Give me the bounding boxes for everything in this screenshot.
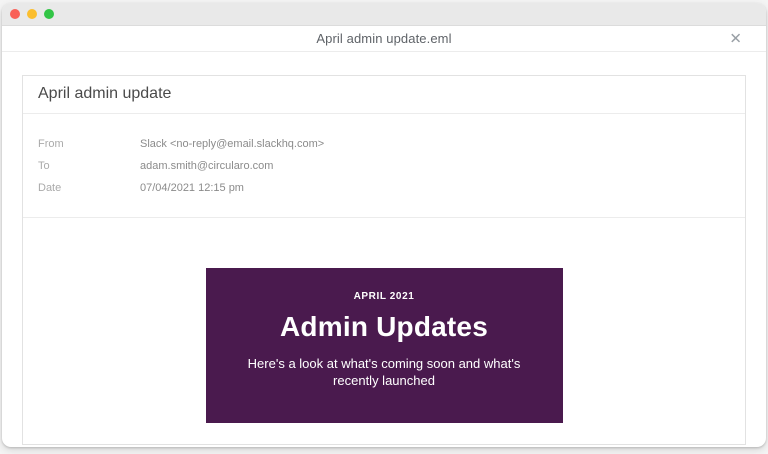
window-minimize-button[interactable] xyxy=(27,9,37,19)
email-preview-window: April admin update.eml ✕ April admin upd… xyxy=(2,3,766,447)
header-value-to: adam.smith@circularo.com xyxy=(140,160,273,172)
email-headers: From Slack <no-reply@email.slackhq.com> … xyxy=(23,114,745,218)
email-viewer: April admin update From Slack <no-reply@… xyxy=(22,75,746,445)
dialog-header: April admin update.eml ✕ xyxy=(2,26,766,52)
email-subject: April admin update xyxy=(38,85,171,103)
header-label-to: To xyxy=(38,160,140,172)
window-close-button[interactable] xyxy=(10,9,20,19)
traffic-lights xyxy=(10,9,54,19)
header-label-date: Date xyxy=(38,182,140,194)
banner-title: Admin Updates xyxy=(280,311,488,343)
header-value-from: Slack <no-reply@email.slackhq.com> xyxy=(140,138,324,150)
header-row-date: Date 07/04/2021 12:15 pm xyxy=(38,177,730,199)
header-value-date: 07/04/2021 12:15 pm xyxy=(140,182,244,194)
close-dialog-button[interactable]: ✕ xyxy=(725,29,746,48)
header-row-to: To adam.smith@circularo.com xyxy=(38,155,730,177)
email-body: APRIL 2021 Admin Updates Here's a look a… xyxy=(23,218,745,444)
header-row-from: From Slack <no-reply@email.slackhq.com> xyxy=(38,133,730,155)
newsletter-banner: APRIL 2021 Admin Updates Here's a look a… xyxy=(206,268,563,423)
window-zoom-button[interactable] xyxy=(44,9,54,19)
close-icon: ✕ xyxy=(729,30,742,47)
banner-eyebrow: APRIL 2021 xyxy=(354,291,415,302)
dialog-content: April admin update From Slack <no-reply@… xyxy=(2,53,766,447)
email-subject-row: April admin update xyxy=(23,76,745,114)
banner-subtitle: Here's a look at what's coming soon and … xyxy=(227,356,542,390)
header-label-from: From xyxy=(38,138,140,150)
dialog-title: April admin update.eml xyxy=(316,31,451,46)
window-titlebar[interactable] xyxy=(2,3,766,26)
